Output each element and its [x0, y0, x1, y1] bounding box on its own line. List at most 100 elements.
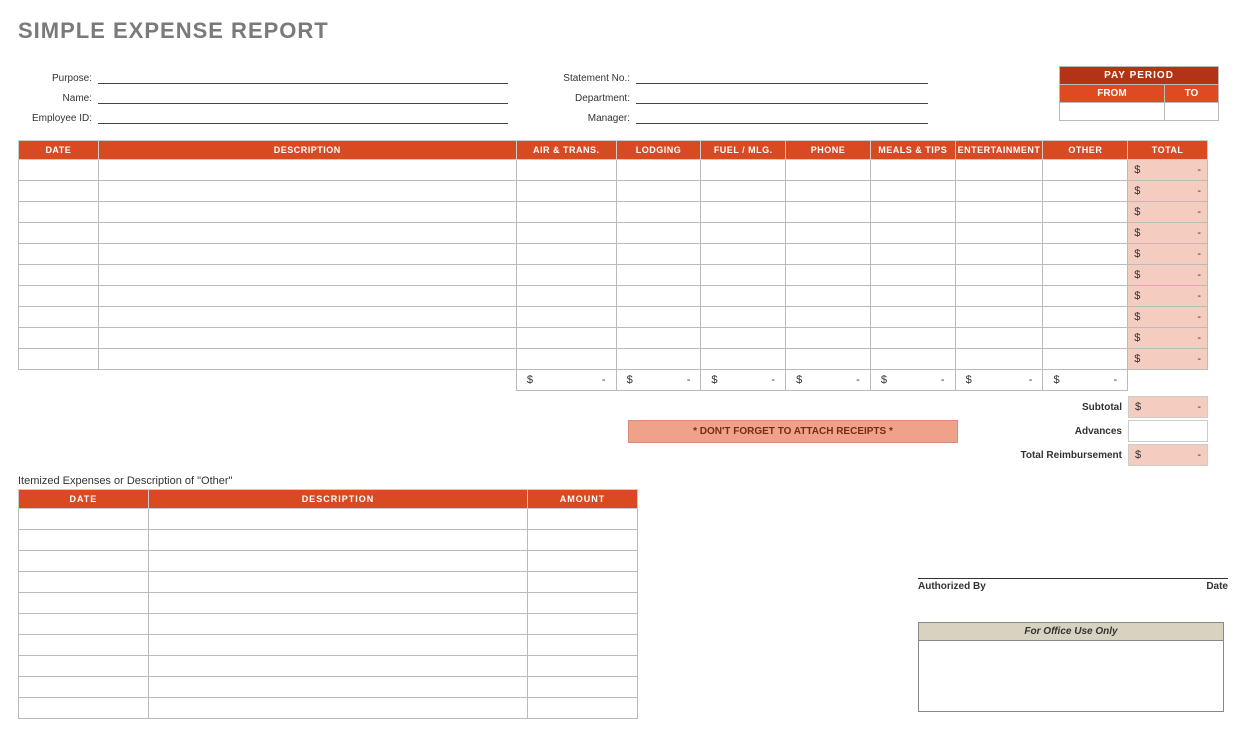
expense-cell[interactable] — [19, 223, 99, 244]
itemized-cell[interactable] — [528, 551, 638, 572]
itemized-cell[interactable] — [148, 593, 527, 614]
itemized-cell[interactable] — [528, 656, 638, 677]
expense-cell[interactable] — [19, 202, 99, 223]
expense-cell[interactable] — [98, 328, 516, 349]
itemized-cell[interactable] — [19, 656, 149, 677]
itemized-cell[interactable] — [528, 677, 638, 698]
expense-cell[interactable] — [616, 265, 701, 286]
expense-cell[interactable] — [870, 307, 955, 328]
expense-cell[interactable] — [955, 181, 1043, 202]
expense-cell[interactable] — [1043, 202, 1128, 223]
expense-cell[interactable] — [516, 286, 616, 307]
expense-cell[interactable] — [516, 181, 616, 202]
expense-cell[interactable] — [616, 202, 701, 223]
expense-cell[interactable] — [1043, 286, 1128, 307]
itemized-cell[interactable] — [19, 677, 149, 698]
expense-cell[interactable] — [786, 202, 871, 223]
itemized-cell[interactable] — [19, 551, 149, 572]
expense-cell[interactable] — [616, 349, 701, 370]
expense-cell[interactable] — [616, 286, 701, 307]
expense-cell[interactable] — [870, 265, 955, 286]
expense-cell[interactable] — [616, 181, 701, 202]
expense-cell[interactable] — [870, 223, 955, 244]
expense-cell[interactable] — [616, 160, 701, 181]
expense-cell[interactable] — [516, 349, 616, 370]
expense-cell[interactable] — [955, 202, 1043, 223]
expense-cell[interactable] — [870, 286, 955, 307]
expense-cell[interactable] — [98, 286, 516, 307]
expense-cell[interactable] — [1043, 160, 1128, 181]
expense-cell[interactable] — [516, 307, 616, 328]
expense-cell[interactable] — [516, 265, 616, 286]
expense-cell[interactable] — [786, 181, 871, 202]
expense-cell[interactable] — [955, 223, 1043, 244]
expense-cell[interactable] — [19, 286, 99, 307]
expense-cell[interactable] — [870, 244, 955, 265]
expense-cell[interactable] — [786, 160, 871, 181]
input-employee-id[interactable] — [98, 110, 508, 124]
input-statement[interactable] — [636, 70, 928, 84]
expense-cell[interactable] — [19, 328, 99, 349]
expense-cell[interactable] — [870, 349, 955, 370]
expense-cell[interactable] — [516, 160, 616, 181]
expense-cell[interactable] — [19, 265, 99, 286]
expense-cell[interactable] — [870, 202, 955, 223]
expense-cell[interactable] — [616, 223, 701, 244]
expense-cell[interactable] — [1043, 349, 1128, 370]
expense-cell[interactable] — [701, 328, 786, 349]
expense-cell[interactable] — [616, 328, 701, 349]
input-purpose[interactable] — [98, 70, 508, 84]
expense-cell[interactable] — [98, 349, 516, 370]
input-name[interactable] — [98, 90, 508, 104]
itemized-cell[interactable] — [19, 635, 149, 656]
expense-cell[interactable] — [786, 307, 871, 328]
expense-cell[interactable] — [1043, 328, 1128, 349]
expense-cell[interactable] — [98, 244, 516, 265]
itemized-cell[interactable] — [528, 530, 638, 551]
itemized-cell[interactable] — [19, 509, 149, 530]
expense-cell[interactable] — [786, 265, 871, 286]
value-advances[interactable] — [1128, 420, 1208, 442]
expense-cell[interactable] — [19, 307, 99, 328]
itemized-cell[interactable] — [528, 635, 638, 656]
expense-cell[interactable] — [516, 328, 616, 349]
expense-cell[interactable] — [701, 307, 786, 328]
itemized-cell[interactable] — [148, 698, 527, 719]
itemized-cell[interactable] — [528, 698, 638, 719]
itemized-cell[interactable] — [19, 530, 149, 551]
expense-cell[interactable] — [19, 244, 99, 265]
expense-cell[interactable] — [701, 349, 786, 370]
expense-cell[interactable] — [98, 202, 516, 223]
expense-cell[interactable] — [701, 244, 786, 265]
itemized-cell[interactable] — [528, 614, 638, 635]
expense-cell[interactable] — [786, 244, 871, 265]
itemized-cell[interactable] — [19, 698, 149, 719]
pay-period-to-value[interactable] — [1164, 103, 1218, 121]
expense-cell[interactable] — [1043, 244, 1128, 265]
expense-cell[interactable] — [955, 307, 1043, 328]
expense-cell[interactable] — [955, 286, 1043, 307]
itemized-cell[interactable] — [528, 572, 638, 593]
itemized-cell[interactable] — [148, 656, 527, 677]
expense-cell[interactable] — [98, 307, 516, 328]
pay-period-from-value[interactable] — [1060, 103, 1165, 121]
expense-cell[interactable] — [955, 328, 1043, 349]
expense-cell[interactable] — [19, 181, 99, 202]
expense-cell[interactable] — [701, 202, 786, 223]
expense-cell[interactable] — [870, 181, 955, 202]
itemized-cell[interactable] — [148, 530, 527, 551]
itemized-cell[interactable] — [148, 635, 527, 656]
itemized-cell[interactable] — [19, 572, 149, 593]
expense-cell[interactable] — [955, 160, 1043, 181]
itemized-cell[interactable] — [528, 509, 638, 530]
itemized-cell[interactable] — [19, 593, 149, 614]
expense-cell[interactable] — [701, 160, 786, 181]
itemized-cell[interactable] — [148, 614, 527, 635]
itemized-cell[interactable] — [148, 509, 527, 530]
itemized-cell[interactable] — [148, 677, 527, 698]
expense-cell[interactable] — [98, 223, 516, 244]
itemized-cell[interactable] — [148, 572, 527, 593]
expense-cell[interactable] — [516, 202, 616, 223]
expense-cell[interactable] — [701, 181, 786, 202]
expense-cell[interactable] — [1043, 307, 1128, 328]
